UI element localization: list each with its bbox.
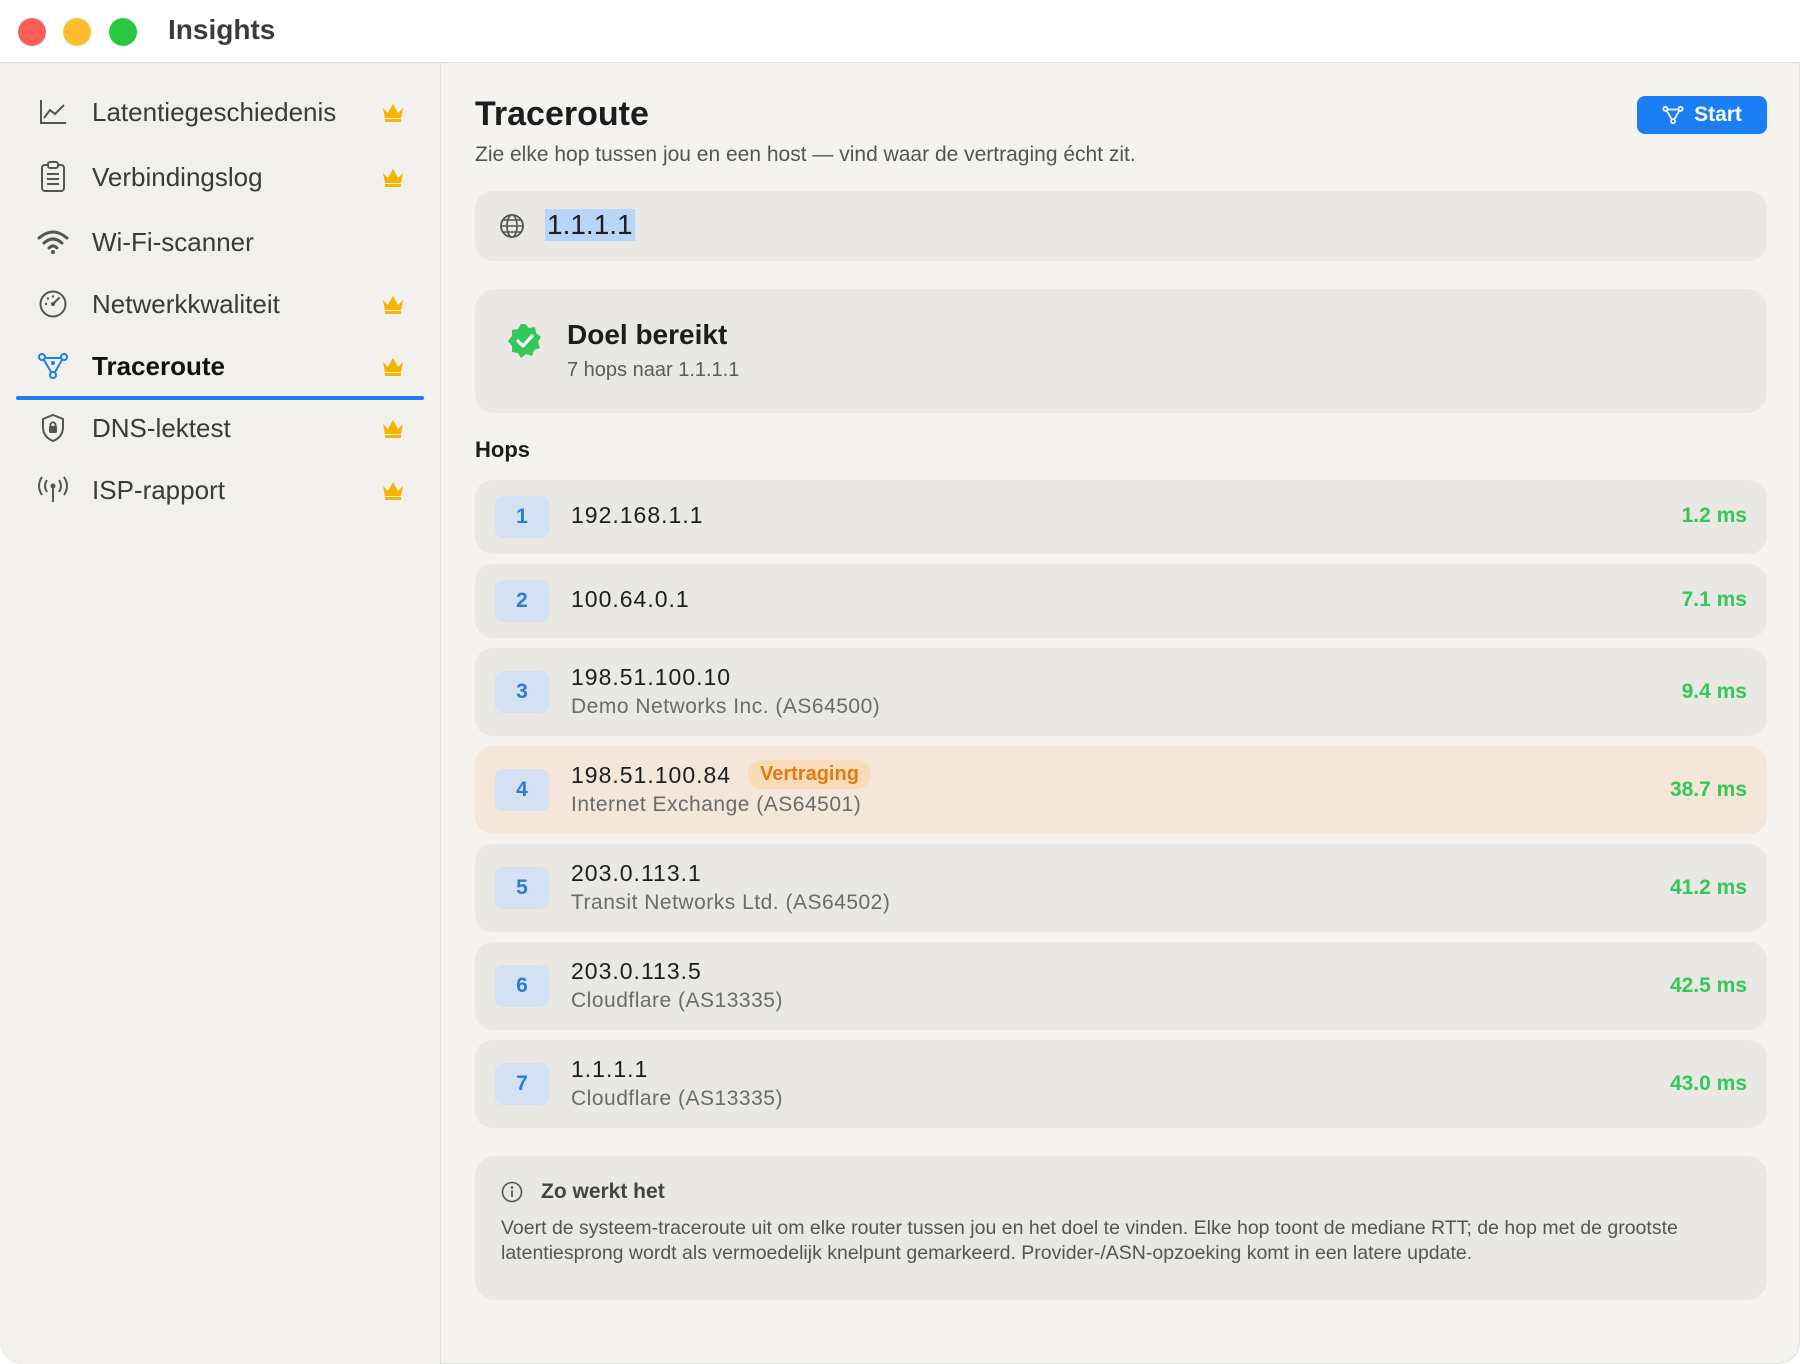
hop-number: 3 (495, 671, 549, 713)
sidebar-item-netwerkkwaliteit[interactable]: Netwerkkwaliteit (16, 275, 424, 333)
page-subtitle: Zie elke hop tussen jou en een host — vi… (475, 143, 1136, 166)
main-content: Traceroute Zie elke hop tussen jou en ee… (441, 63, 1800, 1364)
hops-heading: Hops (475, 437, 530, 462)
network-nodes-icon (1662, 105, 1684, 125)
hop-ip: 198.51.100.84 (571, 762, 732, 788)
globe-icon (500, 214, 524, 238)
sidebar-item-label: Latentiegeschiedenis (92, 96, 337, 127)
hop-latency: 9.4 ms (1681, 680, 1747, 703)
hop-latency: 38.7 ms (1669, 778, 1747, 801)
hop-row[interactable]: 1 192.168.1.1 1.2 ms (475, 480, 1767, 554)
host-input-value[interactable]: 1.1.1.1 (545, 209, 635, 241)
wifi-icon (36, 225, 70, 259)
crown-icon (383, 169, 403, 187)
sidebar: Latentiegeschiedenis Verbindingslog Wi-F… (0, 63, 441, 1364)
hop-ip: 203.0.113.1 (571, 860, 702, 886)
hop-asn: Cloudflare (AS13335) (571, 1087, 783, 1110)
info-icon (501, 1181, 523, 1203)
start-button[interactable]: Start (1637, 96, 1767, 134)
hop-ip: 100.64.0.1 (571, 586, 690, 612)
hop-number: 7 (495, 1063, 549, 1105)
network-nodes-icon (36, 349, 70, 383)
gauge-icon (36, 287, 70, 321)
sidebar-item-label: DNS-lektest (92, 412, 231, 443)
hop-number: 1 (495, 496, 549, 538)
verified-check-icon (508, 324, 541, 358)
hop-row[interactable]: 3 198.51.100.10 Demo Networks Inc. (AS64… (475, 648, 1767, 736)
info-card: Zo werkt het Voert de systeem-traceroute… (475, 1156, 1767, 1300)
hop-row[interactable]: 6 203.0.113.5 Cloudflare (AS13335) 42.5 … (475, 942, 1767, 1030)
hop-row[interactable]: 4 198.51.100.84 Vertraging Internet Exch… (475, 746, 1767, 834)
host-input[interactable]: 1.1.1.1 (475, 191, 1767, 261)
close-window-button[interactable] (18, 18, 46, 46)
hop-asn: Internet Exchange (AS64501) (571, 793, 862, 816)
start-button-label: Start (1694, 103, 1742, 126)
crown-icon (383, 104, 403, 122)
hop-ip: 192.168.1.1 (571, 502, 704, 528)
sidebar-item-label: Traceroute (92, 350, 225, 381)
hop-ip: 198.51.100.10 (571, 664, 732, 690)
hop-number: 5 (495, 867, 549, 909)
sidebar-item-label: Wi-Fi-scanner (92, 226, 254, 257)
crown-icon (383, 482, 403, 500)
hop-number: 4 (495, 769, 549, 811)
info-title: Zo werkt het (541, 1180, 665, 1203)
hop-latency: 43.0 ms (1669, 1072, 1747, 1095)
hop-row[interactable]: 2 100.64.0.1 7.1 ms (475, 564, 1767, 638)
hop-ip: 1.1.1.1 (571, 1056, 649, 1082)
page-title: Traceroute (475, 95, 649, 133)
sidebar-item-dns-lektest[interactable]: DNS-lektest (16, 399, 424, 457)
sidebar-item-traceroute[interactable]: Traceroute (16, 337, 424, 395)
hop-row[interactable]: 7 1.1.1.1 Cloudflare (AS13335) 43.0 ms (475, 1040, 1767, 1128)
crown-icon (383, 296, 403, 314)
info-text: Voert de systeem-traceroute uit om elke … (501, 1217, 1678, 1264)
hop-ip: 203.0.113.5 (571, 958, 702, 984)
app-window: Insights Latentiegeschiedenis Verbinding… (0, 0, 1800, 1364)
sidebar-item-label: Netwerkkwaliteit (92, 288, 280, 319)
hop-asn: Cloudflare (AS13335) (571, 989, 783, 1012)
antenna-icon (36, 473, 70, 507)
hop-asn: Transit Networks Ltd. (AS64502) (571, 891, 891, 914)
chart-line-icon (36, 95, 70, 129)
crown-icon (383, 358, 403, 376)
sidebar-item-label: Verbindingslog (92, 161, 263, 192)
hop-number: 6 (495, 965, 549, 1007)
window-title: Insights (168, 14, 276, 45)
hop-latency: 1.2 ms (1681, 504, 1747, 527)
delay-badge: Vertraging (748, 760, 871, 789)
crown-icon (383, 420, 403, 438)
sidebar-item-latentiegeschiedenis[interactable]: Latentiegeschiedenis (16, 83, 424, 141)
hop-latency: 41.2 ms (1669, 876, 1747, 899)
minimize-window-button[interactable] (63, 18, 91, 46)
sidebar-item-verbindingslog[interactable]: Verbindingslog (16, 148, 424, 206)
sidebar-item-wifi-scanner[interactable]: Wi-Fi-scanner (16, 213, 424, 271)
sidebar-item-isp-rapport[interactable]: ISP-rapport (16, 461, 424, 519)
hop-latency: 42.5 ms (1669, 974, 1747, 997)
status-subtitle: 7 hops naar 1.1.1.1 (567, 359, 740, 381)
hop-row[interactable]: 5 203.0.113.1 Transit Networks Ltd. (AS6… (475, 844, 1767, 932)
titlebar: Insights (0, 0, 1800, 63)
status-title: Doel bereikt (567, 319, 728, 350)
sidebar-item-label: ISP-rapport (92, 474, 225, 505)
hop-asn: Demo Networks Inc. (AS64500) (571, 695, 881, 718)
hop-number: 2 (495, 580, 549, 622)
clipboard-list-icon (36, 160, 70, 194)
status-card: Doel bereikt 7 hops naar 1.1.1.1 (475, 289, 1767, 413)
zoom-window-button[interactable] (109, 18, 137, 46)
hop-latency: 7.1 ms (1681, 588, 1747, 611)
shield-lock-icon (36, 411, 70, 445)
